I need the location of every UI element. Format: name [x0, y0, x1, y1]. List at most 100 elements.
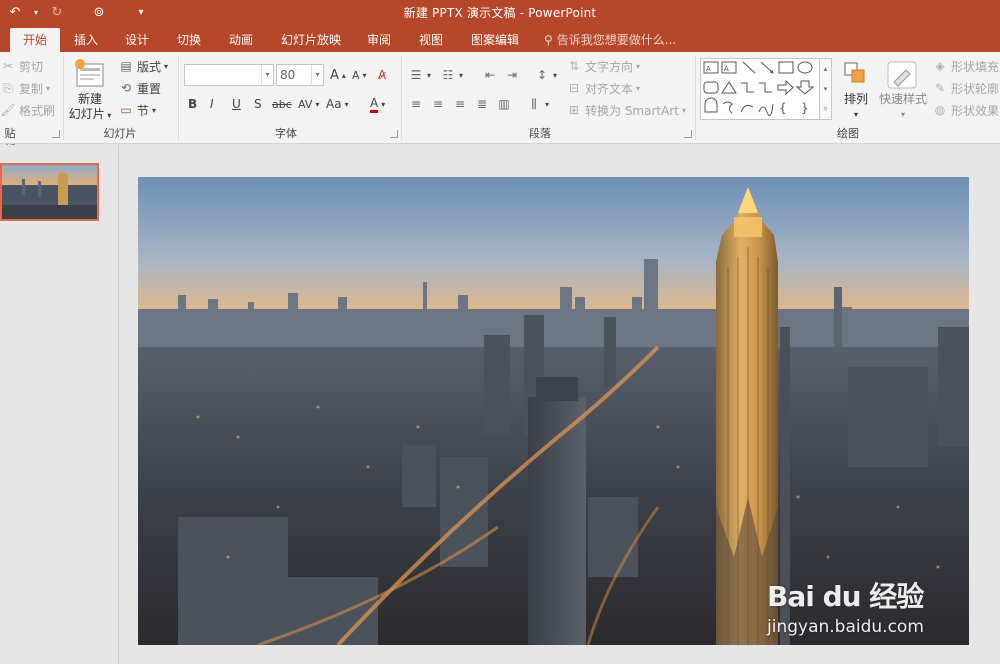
strikethrough-button[interactable]: abc	[272, 94, 292, 114]
tab-review[interactable]: 审阅	[360, 28, 398, 52]
scissors-icon: ✂	[2, 59, 14, 73]
align-right-icon: ≡	[454, 97, 466, 111]
distributed-icon: ▥	[498, 97, 510, 111]
char-spacing-button[interactable]: AV ▾	[298, 94, 319, 114]
clear-format-icon[interactable]: A̷	[378, 65, 386, 85]
decrease-indent-button[interactable]: ⇤	[482, 65, 498, 85]
chevron-down-icon: ▾	[311, 65, 323, 85]
brush-icon: 🖌	[0, 103, 16, 117]
columns-icon: ⫼	[531, 96, 537, 111]
tab-insert[interactable]: 插入	[67, 28, 105, 52]
arrange-icon[interactable]	[842, 60, 870, 88]
align-center-button[interactable]: ≡	[430, 94, 446, 114]
shape-effects-button[interactable]: ◍ 形状效果	[932, 100, 999, 120]
text-direction-button[interactable]: ⇅ 文字方向 ▾	[566, 56, 640, 76]
drawing-group-label: 绘图	[837, 127, 859, 140]
pencil-icon: ✎	[934, 81, 946, 95]
smartart-icon: ⊞	[568, 103, 580, 117]
bullets-icon: ☰	[410, 68, 422, 82]
shadow-button[interactable]: S	[254, 94, 262, 114]
section-icon: ▭	[120, 103, 132, 117]
cut-button[interactable]: ✂ 剪切	[0, 56, 43, 76]
font-color-button[interactable]: A ▾	[370, 94, 385, 114]
distributed-button[interactable]: ▥	[496, 94, 512, 114]
underline-button[interactable]: U	[232, 94, 241, 114]
bold-button[interactable]: B	[188, 94, 197, 114]
numbering-button[interactable]: ☷ ▾	[440, 65, 463, 85]
group-separator	[695, 56, 696, 140]
scroll-down-icon[interactable]: ▾	[820, 79, 831, 99]
tab-home[interactable]: 开始	[10, 28, 60, 52]
title-bar: ↶ ▾ ↻ ⊚ ▾ 新建 PPTX 演示文稿 - PowerPoint	[0, 0, 1000, 24]
decrease-indent-icon: ⇤	[484, 68, 496, 82]
watermark-url: jingyan.baidu.com	[767, 617, 924, 637]
align-left-icon: ≡	[410, 97, 422, 111]
tab-view[interactable]: 视图	[412, 28, 450, 52]
justify-icon: ≣	[476, 97, 488, 111]
tell-me-text: 告诉我您想要做什么...	[556, 33, 677, 47]
tab-pattern-edit[interactable]: 图案编辑	[464, 28, 526, 52]
scroll-up-icon[interactable]: ▴	[820, 59, 831, 79]
format-painter-button[interactable]: 🖌 格式刷	[0, 100, 55, 120]
effects-icon: ◍	[934, 103, 946, 117]
increase-indent-icon: ⇥	[506, 68, 518, 82]
group-separator	[178, 56, 179, 140]
new-slide-button[interactable]: 新建 幻灯片 ▾	[68, 92, 112, 123]
grow-font-button[interactable]: A ▴	[330, 65, 346, 85]
font-name-input[interactable]: ▾	[184, 64, 274, 86]
shapes-gallery-icons: A A { }	[703, 61, 815, 117]
align-text-icon: ⊟	[568, 81, 580, 95]
more-icon[interactable]: ▿	[820, 99, 831, 119]
align-text-button[interactable]: ⊟ 对齐文本 ▾	[566, 78, 640, 98]
layout-button[interactable]: ▤ 版式 ▾	[118, 56, 168, 76]
convert-smartart-button[interactable]: ⊞ 转换为 SmartArt ▾	[566, 100, 686, 120]
shapes-gallery[interactable]: A A { }	[700, 58, 820, 120]
chevron-down-icon: ▾	[261, 65, 273, 85]
slide-thumbnail[interactable]	[0, 163, 99, 221]
numbering-icon: ☷	[442, 68, 454, 82]
paragraph-launcher[interactable]	[684, 130, 692, 138]
svg-text:A: A	[706, 65, 711, 73]
tab-animations[interactable]: 动画	[222, 28, 260, 52]
shape-fill-button[interactable]: ◈ 形状填充	[932, 56, 999, 76]
justify-button[interactable]: ≣	[474, 94, 490, 114]
window-title: 新建 PPTX 演示文稿 - PowerPoint	[403, 6, 597, 20]
reset-button[interactable]: ⟲ 重置	[118, 78, 161, 98]
bullets-button[interactable]: ☰ ▾	[408, 65, 431, 85]
copy-icon: ⎘	[3, 80, 13, 95]
lightbulb-icon: ⚲	[544, 33, 553, 47]
slide-thumbnail-pane	[0, 145, 119, 664]
shape-outline-button[interactable]: ✎ 形状轮廓	[932, 78, 999, 98]
font-size-input[interactable]: 80 ▾	[276, 64, 324, 86]
shrink-font-button[interactable]: A ▾	[352, 65, 367, 85]
shapes-gallery-scrollbar[interactable]: ▴ ▾ ▿	[820, 58, 832, 120]
layout-icon: ▤	[120, 59, 132, 73]
group-separator	[63, 56, 64, 140]
watermark-brand: Bai du 经验	[767, 580, 924, 613]
section-button[interactable]: ▭ 节 ▾	[118, 100, 156, 120]
copy-button[interactable]: ⎘ 复制 ▾	[0, 78, 50, 98]
new-slide-icon[interactable]	[74, 58, 106, 92]
quick-styles-icon[interactable]	[886, 60, 918, 90]
paragraph-group-label: 段落	[529, 127, 551, 140]
tab-slideshow[interactable]: 幻灯片放映	[276, 28, 346, 52]
font-group-label: 字体	[275, 127, 297, 140]
align-left-button[interactable]: ≡	[408, 94, 424, 114]
tab-design[interactable]: 设计	[118, 28, 156, 52]
tell-me-box[interactable]: ⚲ 告诉我您想要做什么...	[544, 28, 676, 52]
svg-text:{: {	[779, 101, 787, 115]
clipboard-launcher[interactable]	[52, 130, 60, 138]
italic-button[interactable]: I	[210, 94, 214, 114]
tab-transitions[interactable]: 切换	[170, 28, 208, 52]
line-spacing-button[interactable]: ↕ ▾	[534, 65, 557, 85]
columns-button[interactable]: ⫼ ▾	[526, 94, 549, 114]
svg-text:A: A	[724, 65, 729, 73]
font-launcher[interactable]	[390, 130, 398, 138]
arrange-button[interactable]: 排列 ▾	[838, 92, 874, 122]
increase-indent-button[interactable]: ⇥	[504, 65, 520, 85]
quick-styles-button[interactable]: 快速样式 ▾	[876, 92, 930, 122]
text-direction-icon: ⇅	[568, 59, 580, 73]
change-case-button[interactable]: Aa ▾	[326, 94, 349, 114]
align-right-button[interactable]: ≡	[452, 94, 468, 114]
align-center-icon: ≡	[432, 97, 444, 111]
